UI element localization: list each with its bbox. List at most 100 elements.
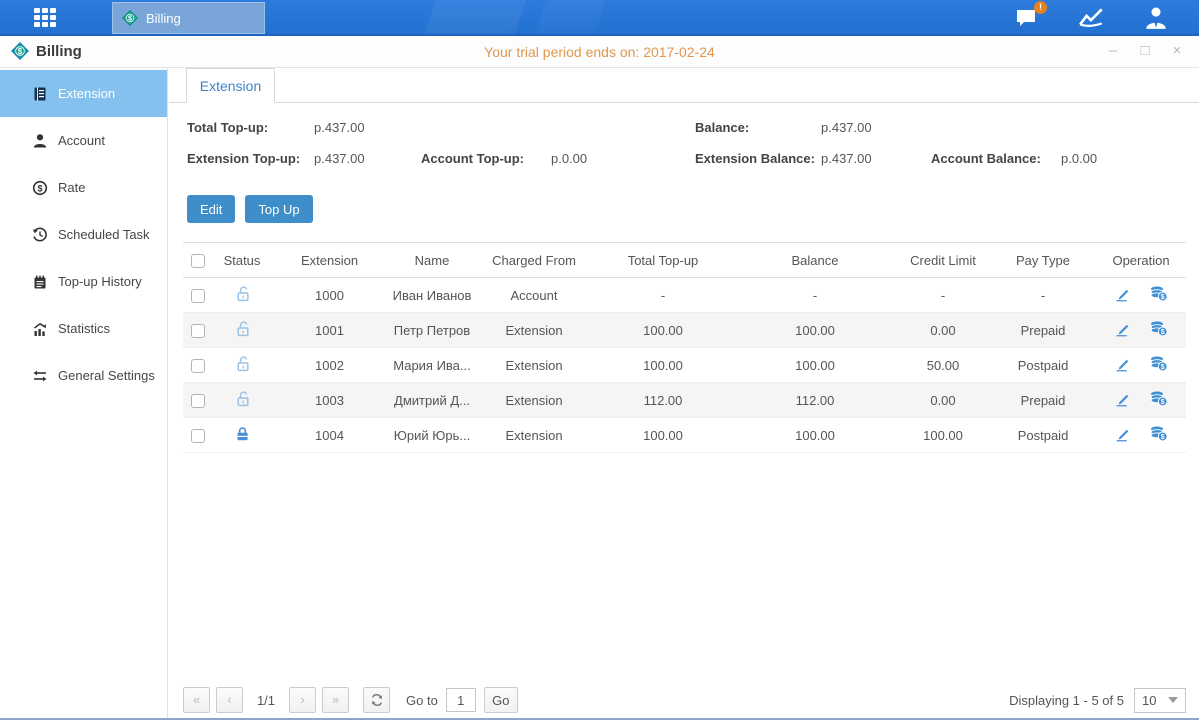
sidebar-item-rate[interactable]: $ Rate xyxy=(0,164,167,211)
account-balance-value: p.0.00 xyxy=(1061,151,1097,166)
app-grid-icon[interactable] xyxy=(34,8,72,29)
sidebar-item-general-settings[interactable]: General Settings xyxy=(0,352,167,399)
select-all-checkbox[interactable] xyxy=(191,254,205,268)
table-row: 1004Юрий Юрь...Extension100.00100.00100.… xyxy=(183,418,1186,453)
cell-extension: 1004 xyxy=(271,418,388,453)
cell-balance: 100.00 xyxy=(734,313,896,348)
sidebar-item-label: Statistics xyxy=(58,321,110,336)
taskbar-item-label: Billing xyxy=(146,11,181,26)
cell-extension: 1002 xyxy=(271,348,388,383)
sidebar-item-topup-history[interactable]: Top-up History xyxy=(0,258,167,305)
cell-total-topup: 100.00 xyxy=(592,313,734,348)
refresh-button[interactable] xyxy=(363,687,390,713)
page-size-select[interactable]: 10 xyxy=(1134,688,1186,713)
sidebar-item-label: General Settings xyxy=(58,368,155,383)
ledger-icon xyxy=(32,86,48,102)
topup-row-icon[interactable]: $ xyxy=(1149,320,1168,337)
topup-row-icon[interactable]: $ xyxy=(1149,390,1168,407)
first-page-button[interactable]: « xyxy=(183,687,210,713)
svg-text:$: $ xyxy=(1161,294,1165,301)
sidebar-item-scheduled-task[interactable]: Scheduled Task xyxy=(0,211,167,258)
svg-text:$: $ xyxy=(1161,329,1165,336)
sidebar: Extension Account $ Rate Scheduled Task … xyxy=(0,68,168,718)
edit-row-icon[interactable] xyxy=(1114,425,1131,442)
go-button[interactable]: Go xyxy=(484,687,518,713)
topup-row-icon[interactable]: $ xyxy=(1149,355,1168,372)
sidebar-item-label: Top-up History xyxy=(58,274,142,289)
svg-text:$: $ xyxy=(1161,364,1165,371)
sidebar-item-extension[interactable]: Extension xyxy=(0,70,167,117)
row-checkbox[interactable] xyxy=(191,394,205,408)
svg-text:$: $ xyxy=(1161,434,1165,441)
col-pay-type: Pay Type xyxy=(990,243,1096,278)
lock-closed-icon[interactable] xyxy=(234,425,251,442)
lock-open-icon[interactable] xyxy=(234,390,251,407)
tab-strip: Extension xyxy=(169,68,1199,103)
pagination-bar: « ‹ 1/1 › » Go to Go Displaying 1 - 5 of… xyxy=(183,686,1186,714)
account-topup-label: Account Top-up: xyxy=(421,151,524,166)
row-checkbox[interactable] xyxy=(191,324,205,338)
sidebar-item-statistics[interactable]: Statistics xyxy=(0,305,167,352)
cell-credit-limit: - xyxy=(896,278,990,313)
topup-button[interactable]: Top Up xyxy=(245,195,312,223)
toolbar: Edit Top Up xyxy=(187,195,313,223)
maximize-icon[interactable]: □ xyxy=(1137,40,1153,62)
notification-badge: ! xyxy=(1034,1,1047,14)
cell-name: Мария Ива... xyxy=(388,348,476,383)
close-icon[interactable]: × xyxy=(1169,40,1185,62)
col-extension: Extension xyxy=(271,243,388,278)
os-topbar: $ Billing ! xyxy=(0,0,1199,36)
last-page-button[interactable]: » xyxy=(322,687,349,713)
cell-total-topup: 100.00 xyxy=(592,418,734,453)
user-account-icon[interactable] xyxy=(1143,6,1169,30)
cell-pay-type: Prepaid xyxy=(990,383,1096,418)
cell-credit-limit: 100.00 xyxy=(896,418,990,453)
monitor-chart-icon[interactable] xyxy=(1079,6,1105,30)
table-row: 1001Петр ПетровExtension100.00100.000.00… xyxy=(183,313,1186,348)
extension-balance-value: p.437.00 xyxy=(821,151,872,166)
edit-row-icon[interactable] xyxy=(1114,390,1131,407)
lock-open-icon[interactable] xyxy=(234,285,251,302)
sidebar-item-account[interactable]: Account xyxy=(0,117,167,164)
displaying-text: Displaying 1 - 5 of 5 xyxy=(1009,693,1124,708)
row-checkbox[interactable] xyxy=(191,289,205,303)
edit-row-icon[interactable] xyxy=(1114,320,1131,337)
account-topup-value: p.0.00 xyxy=(551,151,587,166)
goto-label: Go to xyxy=(406,693,438,708)
billing-app-icon: $ xyxy=(121,9,139,27)
edit-row-icon[interactable] xyxy=(1114,355,1131,372)
tab-extension[interactable]: Extension xyxy=(186,68,275,103)
row-checkbox[interactable] xyxy=(191,429,205,443)
cell-extension: 1001 xyxy=(271,313,388,348)
cell-total-topup: - xyxy=(592,278,734,313)
lock-open-icon[interactable] xyxy=(234,320,251,337)
col-name: Name xyxy=(388,243,476,278)
cell-credit-limit: 50.00 xyxy=(896,348,990,383)
table-row: 1000Иван ИвановAccount----$ xyxy=(183,278,1186,313)
person-icon xyxy=(32,133,48,149)
cell-name: Дмитрий Д... xyxy=(388,383,476,418)
page-size-value: 10 xyxy=(1142,693,1156,708)
taskbar-item-billing[interactable]: $ Billing xyxy=(112,2,265,34)
topup-row-icon[interactable]: $ xyxy=(1149,285,1168,302)
minimize-icon[interactable]: – xyxy=(1105,40,1121,62)
next-page-button[interactable]: › xyxy=(289,687,316,713)
sliders-icon xyxy=(32,368,48,384)
cell-charged-from: Extension xyxy=(476,418,592,453)
prev-page-button[interactable]: ‹ xyxy=(216,687,243,713)
goto-page-input[interactable] xyxy=(446,688,476,712)
cell-balance: - xyxy=(734,278,896,313)
extension-balance-label: Extension Balance: xyxy=(695,151,815,166)
summary-panel: Total Top-up: p.437.00 Balance: p.437.00… xyxy=(169,104,1199,194)
row-checkbox[interactable] xyxy=(191,359,205,373)
lock-open-icon[interactable] xyxy=(234,355,251,372)
messages-icon[interactable]: ! xyxy=(1015,6,1041,30)
cell-pay-type: - xyxy=(990,278,1096,313)
sidebar-item-label: Rate xyxy=(58,180,85,195)
page-indicator: 1/1 xyxy=(249,693,283,708)
edit-button[interactable]: Edit xyxy=(187,195,235,223)
extension-topup-label: Extension Top-up: xyxy=(187,151,300,166)
edit-row-icon[interactable] xyxy=(1114,285,1131,302)
topup-row-icon[interactable]: $ xyxy=(1149,425,1168,442)
sidebar-item-label: Extension xyxy=(58,86,115,101)
